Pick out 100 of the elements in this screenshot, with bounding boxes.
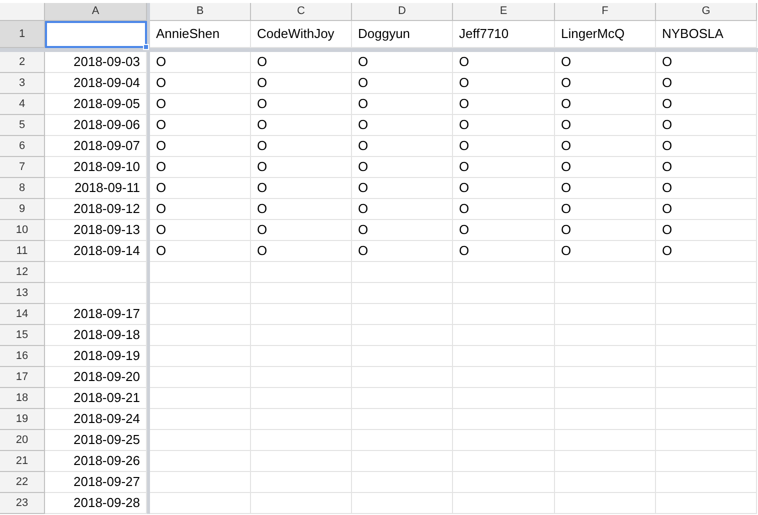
table-cell[interactable] xyxy=(251,325,352,346)
table-cell[interactable]: O xyxy=(453,241,555,262)
corner-cell[interactable] xyxy=(0,3,45,21)
table-cell[interactable]: O xyxy=(555,94,656,115)
table-cell[interactable] xyxy=(555,472,656,493)
table-cell[interactable] xyxy=(555,325,656,346)
table-cell[interactable]: O xyxy=(251,241,352,262)
table-cell[interactable]: O xyxy=(150,157,251,178)
row-header[interactable]: 12 xyxy=(0,262,45,283)
table-cell[interactable] xyxy=(656,451,757,472)
table-cell[interactable] xyxy=(352,262,453,283)
table-cell[interactable] xyxy=(453,451,555,472)
table-cell[interactable] xyxy=(453,283,555,304)
table-cell[interactable]: O xyxy=(453,52,555,73)
table-cell[interactable]: O xyxy=(352,52,453,73)
table-cell[interactable]: O xyxy=(453,220,555,241)
table-cell[interactable] xyxy=(453,304,555,325)
table-cell[interactable]: O xyxy=(656,178,757,199)
table-cell[interactable]: O xyxy=(352,136,453,157)
table-cell[interactable]: O xyxy=(453,199,555,220)
table-cell[interactable] xyxy=(352,409,453,430)
column-header[interactable]: E xyxy=(453,3,555,21)
table-cell[interactable] xyxy=(150,493,251,514)
table-cell[interactable] xyxy=(251,409,352,430)
table-cell[interactable]: O xyxy=(453,73,555,94)
table-cell[interactable]: O xyxy=(251,94,352,115)
table-cell[interactable]: O xyxy=(150,241,251,262)
table-cell[interactable]: O xyxy=(656,157,757,178)
table-cell[interactable]: O xyxy=(656,115,757,136)
table-cell[interactable] xyxy=(352,472,453,493)
table-cell[interactable] xyxy=(656,346,757,367)
table-cell[interactable]: O xyxy=(453,136,555,157)
column-header[interactable]: F xyxy=(555,3,656,21)
table-cell[interactable] xyxy=(352,451,453,472)
row-header[interactable]: 18 xyxy=(0,388,45,409)
table-cell[interactable]: O xyxy=(150,136,251,157)
row-header[interactable]: 16 xyxy=(0,346,45,367)
table-cell[interactable] xyxy=(251,493,352,514)
table-cell[interactable]: O xyxy=(150,52,251,73)
table-cell[interactable] xyxy=(656,262,757,283)
table-cell[interactable]: O xyxy=(352,199,453,220)
table-cell[interactable] xyxy=(555,262,656,283)
table-cell[interactable]: O xyxy=(251,73,352,94)
table-cell[interactable]: O xyxy=(555,115,656,136)
table-cell[interactable]: O xyxy=(150,220,251,241)
table-cell[interactable]: O xyxy=(656,52,757,73)
table-cell[interactable]: O xyxy=(251,199,352,220)
table-cell[interactable] xyxy=(555,430,656,451)
table-cell[interactable] xyxy=(656,388,757,409)
row-header[interactable]: 6 xyxy=(0,136,45,157)
column-header[interactable]: B xyxy=(150,3,251,21)
row-header[interactable]: 5 xyxy=(0,115,45,136)
table-cell[interactable]: O xyxy=(150,73,251,94)
row-header[interactable]: 13 xyxy=(0,283,45,304)
row-header[interactable]: 17 xyxy=(0,367,45,388)
table-cell[interactable]: O xyxy=(150,115,251,136)
table-cell[interactable]: O xyxy=(656,94,757,115)
table-cell[interactable]: O xyxy=(555,136,656,157)
table-cell[interactable]: O xyxy=(251,178,352,199)
table-cell[interactable] xyxy=(251,388,352,409)
row-header[interactable]: 23 xyxy=(0,493,45,514)
table-cell[interactable] xyxy=(555,304,656,325)
table-cell[interactable] xyxy=(555,346,656,367)
table-cell[interactable]: O xyxy=(555,199,656,220)
table-cell[interactable]: O xyxy=(453,94,555,115)
table-cell[interactable]: O xyxy=(656,73,757,94)
row-header[interactable]: 7 xyxy=(0,157,45,178)
row-header[interactable]: 3 xyxy=(0,73,45,94)
table-cell[interactable] xyxy=(555,451,656,472)
row-header[interactable]: 8 xyxy=(0,178,45,199)
table-cell[interactable] xyxy=(352,325,453,346)
table-cell[interactable]: O xyxy=(555,220,656,241)
table-cell[interactable] xyxy=(251,367,352,388)
table-cell[interactable] xyxy=(251,430,352,451)
table-cell[interactable] xyxy=(150,346,251,367)
table-cell[interactable] xyxy=(251,451,352,472)
table-cell[interactable] xyxy=(352,283,453,304)
table-cell[interactable]: O xyxy=(352,94,453,115)
table-cell[interactable] xyxy=(555,283,656,304)
table-cell[interactable]: O xyxy=(251,136,352,157)
table-cell[interactable]: O xyxy=(656,136,757,157)
table-cell[interactable] xyxy=(150,451,251,472)
row-header[interactable]: 4 xyxy=(0,94,45,115)
table-cell[interactable] xyxy=(555,409,656,430)
table-cell[interactable] xyxy=(150,430,251,451)
table-cell[interactable] xyxy=(656,472,757,493)
column-header[interactable]: D xyxy=(352,3,453,21)
table-cell[interactable]: O xyxy=(352,157,453,178)
table-cell[interactable] xyxy=(352,493,453,514)
row-header[interactable]: 10 xyxy=(0,220,45,241)
table-cell[interactable]: O xyxy=(251,52,352,73)
table-cell[interactable] xyxy=(352,346,453,367)
table-cell[interactable] xyxy=(352,304,453,325)
row-header[interactable]: 15 xyxy=(0,325,45,346)
table-cell[interactable] xyxy=(251,304,352,325)
row-header[interactable]: 9 xyxy=(0,199,45,220)
table-cell[interactable] xyxy=(453,472,555,493)
table-cell[interactable] xyxy=(150,283,251,304)
table-cell[interactable] xyxy=(251,283,352,304)
table-cell[interactable] xyxy=(150,367,251,388)
